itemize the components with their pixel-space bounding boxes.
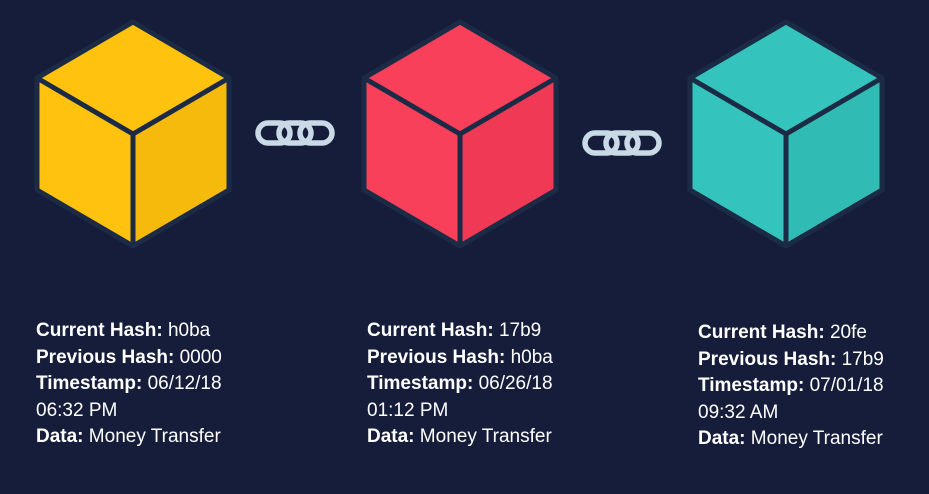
timestamp-label: Timestamp: [367,373,474,394]
timestamp-time: 01:12 PM [367,399,449,421]
previous-hash-value: h0ba [510,346,553,368]
block-1-info: Current Hash: h0ba Previous Hash: 0000 T… [36,318,222,451]
block-3-info: Current Hash: 20fe Previous Hash: 17b9 T… [698,320,884,453]
block-2-cube-icon [361,19,559,249]
chain-icon [255,120,335,146]
previous-hash-row: Previous Hash: h0ba [367,345,553,372]
current-hash-label: Current Hash: [36,320,163,341]
current-hash-label: Current Hash: [367,320,494,341]
data-label: Data: [36,426,84,447]
previous-hash-label: Previous Hash: [367,346,506,368]
timestamp-row: Timestamp: 07/01/18 [698,373,884,400]
data-value: Money Transfer [419,426,552,447]
data-row: Data: Money Transfer [36,424,222,451]
current-hash-row: Current Hash: 17b9 [367,318,553,345]
timestamp-row: Timestamp: 06/26/18 [367,371,553,398]
previous-hash-row: Previous Hash: 17b9 [698,347,884,374]
timestamp-time: 06:32 PM [36,399,118,421]
block-1-cube-icon [34,19,232,249]
previous-hash-value: 0000 [179,346,222,368]
data-label: Data: [367,426,415,447]
chain-link-1 [255,118,335,148]
previous-hash-label: Previous Hash: [698,348,837,370]
timestamp-date: 07/01/18 [809,375,884,396]
data-label: Data: [698,428,746,449]
current-hash-row: Current Hash: h0ba [36,318,222,345]
data-value: Money Transfer [750,428,883,449]
previous-hash-row: Previous Hash: 0000 [36,345,222,372]
timestamp-label: Timestamp: [36,373,143,394]
previous-hash-label: Previous Hash: [36,346,175,368]
current-hash-label: Current Hash: [698,322,825,343]
timestamp-label: Timestamp: [698,375,805,396]
block-2-cube [360,18,560,250]
block-1-cube [33,18,233,250]
current-hash-value: 20fe [829,322,867,343]
block-3-cube-icon [687,19,885,249]
timestamp-row: Timestamp: 06/12/18 [36,371,222,398]
block-2-info: Current Hash: 17b9 Previous Hash: h0ba T… [367,318,553,451]
current-hash-row: Current Hash: 20fe [698,320,884,347]
chain-icon [582,130,662,156]
current-hash-value: h0ba [167,320,211,341]
data-value: Money Transfer [88,426,221,447]
data-row: Data: Money Transfer [698,426,884,453]
timestamp-date: 06/12/18 [147,373,222,394]
block-3-cube [686,18,886,250]
timestamp-date: 06/26/18 [478,373,553,394]
previous-hash-value: 17b9 [841,348,884,370]
chain-link-2 [582,128,662,158]
current-hash-value: 17b9 [498,320,542,341]
data-row: Data: Money Transfer [367,424,553,451]
timestamp-time: 09:32 AM [698,401,779,423]
